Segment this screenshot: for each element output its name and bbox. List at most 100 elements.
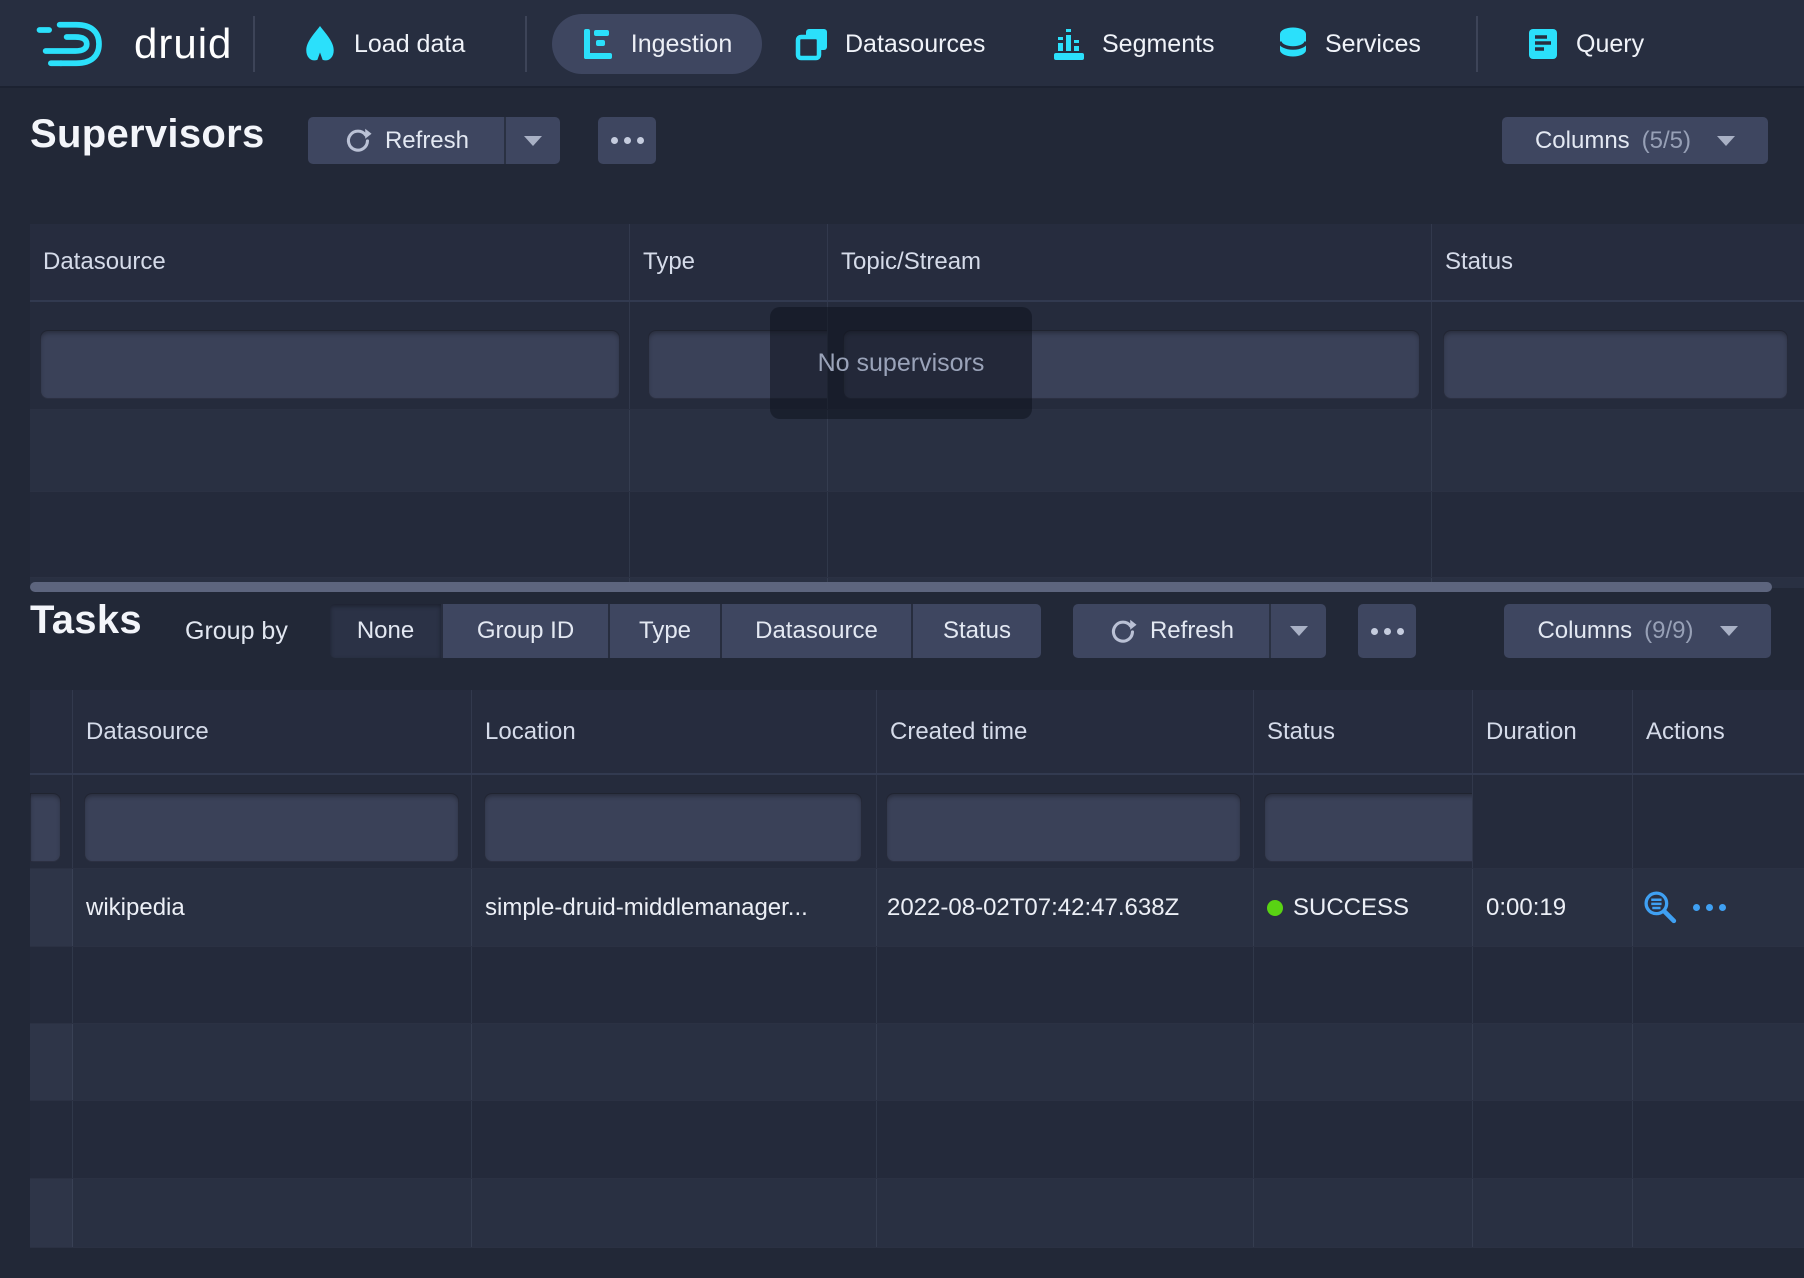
- nav-label: Query: [1576, 30, 1644, 59]
- more-icon: [611, 137, 644, 144]
- group-by-segmented-control: None Group ID Type Datasource Status: [330, 604, 1041, 658]
- supervisors-more-button[interactable]: [598, 117, 656, 164]
- refresh-label: Refresh: [1150, 617, 1234, 645]
- task-row[interactable]: wikipedia simple-druid-middlemanager... …: [30, 869, 1804, 947]
- tasks-filter-datasource-input[interactable]: [84, 793, 459, 862]
- supervisors-refresh-button[interactable]: Refresh: [308, 117, 504, 164]
- refresh-icon: [343, 126, 372, 155]
- columns-count: (5/5): [1642, 127, 1691, 155]
- druid-logo-icon: [36, 15, 120, 73]
- druid-logo[interactable]: druid: [36, 0, 232, 88]
- tasks-filter-row: [30, 775, 1804, 869]
- top-nav: druid Load data Ingestion: [0, 0, 1804, 88]
- nav-label: Ingestion: [631, 30, 732, 59]
- task-id-cell: [30, 869, 73, 946]
- table-row: [30, 1179, 1804, 1248]
- task-location-cell: simple-druid-middlemanager...: [472, 869, 877, 946]
- supervisors-title: Supervisors: [30, 112, 265, 157]
- tasks-table: Datasource Location Created time Status …: [30, 690, 1804, 1248]
- tasks-filter-status-input[interactable]: [1264, 793, 1473, 862]
- nav-label: Datasources: [845, 30, 985, 59]
- group-by-label: Group by: [185, 617, 288, 646]
- nav-divider: [253, 16, 255, 72]
- column-header-topic-stream[interactable]: Topic/Stream: [828, 224, 1432, 300]
- column-header-status[interactable]: Status: [1432, 224, 1804, 300]
- task-actions-cell: [1633, 869, 1804, 946]
- tasks-filter-location-input[interactable]: [484, 793, 862, 862]
- column-header-type[interactable]: Type: [630, 224, 828, 300]
- table-row: [30, 947, 1804, 1024]
- chevron-down-icon: [1720, 626, 1738, 636]
- tasks-title: Tasks: [30, 598, 142, 643]
- more-icon: [1371, 628, 1404, 635]
- services-icon: [1277, 25, 1309, 63]
- status-label: SUCCESS: [1293, 894, 1409, 922]
- refresh-label: Refresh: [385, 127, 469, 155]
- brand-name: druid: [134, 20, 232, 68]
- supervisors-refresh-split-button: Refresh: [308, 117, 560, 164]
- group-by-type-button[interactable]: Type: [610, 604, 722, 658]
- column-header-created-time[interactable]: Created time: [877, 690, 1254, 773]
- group-by-status-button[interactable]: Status: [913, 604, 1041, 658]
- supervisors-horizontal-scrollbar[interactable]: [30, 582, 1772, 592]
- nav-item-load-data[interactable]: Load data: [302, 0, 465, 88]
- nav-item-ingestion[interactable]: Ingestion: [552, 14, 762, 74]
- chevron-down-icon: [1717, 136, 1735, 146]
- column-header-datasource[interactable]: Datasource: [73, 690, 472, 773]
- nav-item-query[interactable]: Query: [1526, 0, 1644, 88]
- druid-console: druid Load data Ingestion: [0, 0, 1804, 1278]
- nav-divider: [525, 16, 527, 72]
- no-supervisors-overlay: No supervisors: [770, 307, 1032, 419]
- nav-label: Load data: [354, 30, 465, 59]
- tasks-refresh-menu-button[interactable]: [1269, 604, 1326, 658]
- nav-item-segments[interactable]: Segments: [1052, 0, 1215, 88]
- table-row: [30, 1101, 1804, 1179]
- refresh-icon: [1108, 617, 1137, 646]
- ingestion-icon: [582, 27, 616, 61]
- column-header-location[interactable]: Location: [472, 690, 877, 773]
- tasks-refresh-button[interactable]: Refresh: [1073, 604, 1269, 658]
- tasks-more-button[interactable]: [1358, 604, 1416, 658]
- segments-icon: [1052, 27, 1086, 61]
- tasks-filter-created-time-input[interactable]: [886, 793, 1241, 862]
- supervisors-filter-status-input[interactable]: [1443, 330, 1788, 399]
- nav-item-services[interactable]: Services: [1277, 0, 1421, 88]
- column-header-status[interactable]: Status: [1254, 690, 1473, 773]
- task-actions-menu-icon[interactable]: [1693, 904, 1726, 911]
- nav-divider: [1476, 16, 1478, 72]
- nav-label: Segments: [1102, 30, 1215, 59]
- group-by-datasource-button[interactable]: Datasource: [722, 604, 913, 658]
- columns-count: (9/9): [1644, 617, 1693, 645]
- nav-label: Services: [1325, 30, 1421, 59]
- supervisors-columns-button[interactable]: Columns (5/5): [1502, 117, 1768, 164]
- columns-label: Columns: [1537, 617, 1632, 645]
- column-header-duration[interactable]: Duration: [1473, 690, 1633, 773]
- query-icon: [1526, 27, 1560, 61]
- table-row: [30, 410, 1804, 492]
- chevron-down-icon: [524, 136, 542, 146]
- task-datasource-cell: wikipedia: [73, 869, 472, 946]
- task-details-magnifier-icon[interactable]: [1642, 889, 1679, 926]
- tasks-refresh-split-button: Refresh: [1073, 604, 1326, 658]
- datasources-icon: [795, 27, 829, 61]
- empty-message: No supervisors: [818, 349, 985, 378]
- status-success-dot: [1267, 900, 1283, 916]
- group-by-group-id-button[interactable]: Group ID: [443, 604, 610, 658]
- group-by-none-button[interactable]: None: [330, 604, 443, 658]
- tasks-filter-task-id-input[interactable]: [30, 793, 61, 862]
- load-data-icon: [302, 25, 338, 63]
- column-header-task-id[interactable]: [30, 690, 73, 773]
- tasks-columns-button[interactable]: Columns (9/9): [1504, 604, 1771, 658]
- task-created-time-cell: 2022-08-02T07:42:47.638Z: [877, 869, 1254, 946]
- nav-item-datasources[interactable]: Datasources: [795, 0, 985, 88]
- column-header-datasource[interactable]: Datasource: [30, 224, 630, 300]
- task-status-cell: SUCCESS: [1254, 869, 1473, 946]
- table-row: [30, 492, 1804, 578]
- supervisors-refresh-menu-button[interactable]: [504, 117, 560, 164]
- supervisors-filter-datasource-input[interactable]: [40, 330, 620, 399]
- supervisors-header-row: Datasource Type Topic/Stream Status: [30, 224, 1804, 302]
- task-duration-cell: 0:00:19: [1473, 869, 1633, 946]
- columns-label: Columns: [1535, 127, 1630, 155]
- chevron-down-icon: [1290, 626, 1308, 636]
- column-header-actions[interactable]: Actions: [1633, 690, 1804, 773]
